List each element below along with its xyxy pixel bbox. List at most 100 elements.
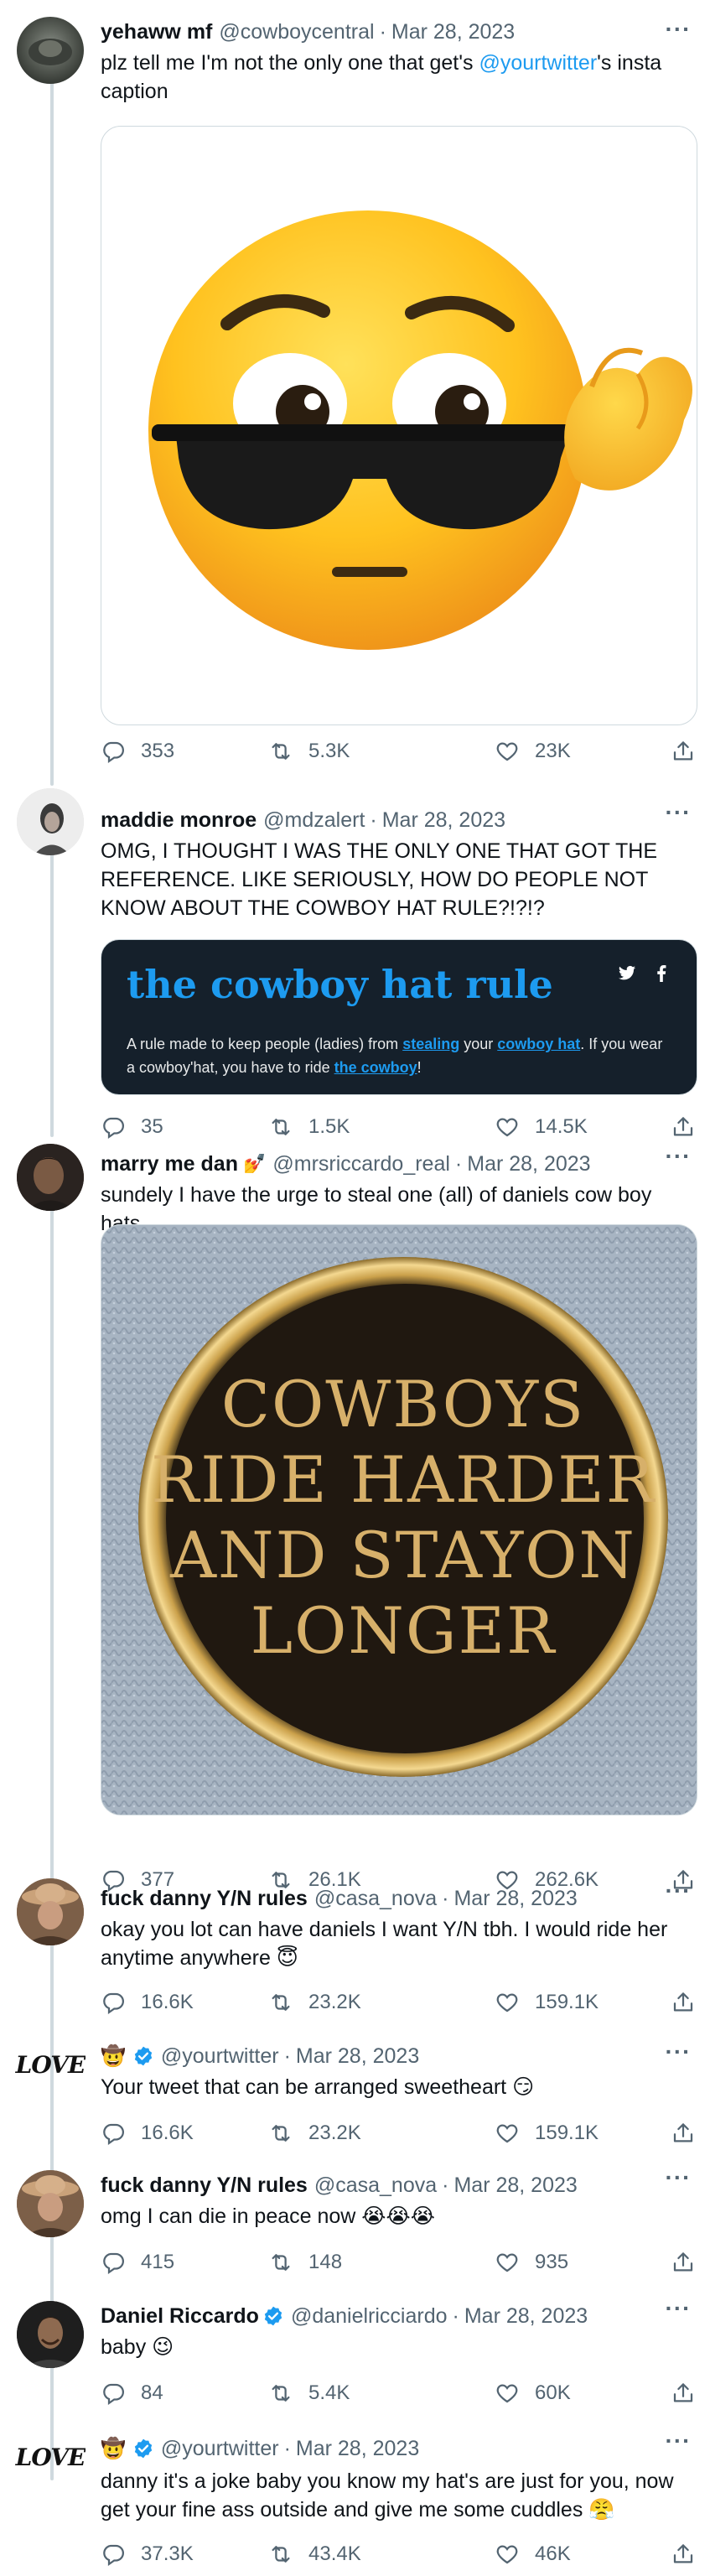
share-icon: [671, 2250, 696, 2275]
tweet-date[interactable]: Mar 28, 2023: [296, 2044, 419, 2069]
share-button[interactable]: [671, 1986, 710, 2019]
tweet-date[interactable]: Mar 28, 2023: [453, 2174, 577, 2198]
handle[interactable]: @cowboycentral: [219, 20, 374, 44]
card-link-cowboy-hat[interactable]: cowboy hat: [497, 1036, 580, 1052]
like-button[interactable]: 23K: [495, 735, 571, 768]
card-link-the-cowboy[interactable]: the cowboy: [334, 1059, 417, 1076]
tweet-daniel-riccardo[interactable]: Daniel Riccardo @danielricciardo · Mar 2…: [0, 2295, 710, 2432]
facebook-icon[interactable]: [656, 965, 666, 982]
tweet-date[interactable]: Mar 28, 2023: [391, 20, 515, 44]
share-icon: [671, 2121, 696, 2146]
retweet-button[interactable]: 148: [268, 2246, 342, 2279]
reply-button[interactable]: 37.3K: [101, 2537, 194, 2571]
separator-dot: ·: [442, 2173, 449, 2197]
retweet-button[interactable]: 43.4K: [268, 2537, 361, 2571]
display-name[interactable]: Daniel Riccardo: [101, 2304, 259, 2329]
tweet-marry-me-dan[interactable]: marry me dan 💅 @mrsriccardo_real · Mar 2…: [0, 1140, 710, 1891]
handle[interactable]: @yourtwitter: [161, 2437, 279, 2461]
tweet-text: danny it's a joke baby you know my hat's…: [101, 2470, 674, 2521]
reply-button[interactable]: 84: [101, 2376, 163, 2410]
cowboy-emoji: 🤠: [101, 2437, 126, 2460]
more-options-icon[interactable]: ···: [663, 799, 693, 825]
handle[interactable]: @mdzalert: [263, 808, 365, 833]
tweet-maddie[interactable]: maddie monroe @mdzalert · Mar 28, 2023 ·…: [0, 788, 710, 1140]
tweet-yehaww[interactable]: yehaww mf @cowboycentral · Mar 28, 2023 …: [0, 0, 710, 788]
retweet-button[interactable]: 5.3K: [268, 735, 350, 768]
share-button[interactable]: [671, 2246, 710, 2279]
more-options-icon[interactable]: ···: [663, 2428, 693, 2454]
avatar[interactable]: [17, 2170, 84, 2237]
tweet-yourtwitter-2[interactable]: LOVE 🤠 @yourtwitter · Mar 28, 2023 ··· d…: [0, 2428, 710, 2576]
reply-button[interactable]: 16.6K: [101, 1986, 194, 2019]
share-button[interactable]: [671, 2537, 710, 2571]
tweet-casa-nova-1[interactable]: fuck danny Y/N rules @casa_nova · Mar 28…: [0, 1877, 710, 2039]
share-icon: [671, 1990, 696, 2015]
like-button[interactable]: 935: [495, 2246, 568, 2279]
reply-button[interactable]: 35: [101, 1110, 163, 1144]
display-name[interactable]: yehaww mf: [101, 20, 212, 44]
twitter-icon[interactable]: [618, 965, 636, 982]
mention-link[interactable]: @yourtwitter: [479, 51, 597, 75]
retweet-button[interactable]: 23.2K: [268, 1986, 361, 2019]
heart-icon: [495, 1990, 520, 2015]
heart-icon: [495, 1114, 520, 1140]
tweet-media-image[interactable]: COWBOYS RIDE HARDER AND STAYON LONGER: [101, 1224, 697, 1815]
tweet-casa-nova-2[interactable]: fuck danny Y/N rules @casa_nova · Mar 28…: [0, 2164, 710, 2301]
retweet-button[interactable]: 5.4K: [268, 2376, 350, 2410]
display-name[interactable]: fuck danny Y/N rules: [101, 2174, 308, 2198]
handle[interactable]: @casa_nova: [314, 2174, 437, 2198]
retweet-icon: [268, 2542, 293, 2567]
separator-dot: ·: [370, 808, 377, 832]
tweet-yourtwitter-1[interactable]: LOVE 🤠 @yourtwitter · Mar 28, 2023 ··· Y…: [0, 2038, 710, 2170]
link-card[interactable]: the cowboy hat rule A rule made to keep …: [101, 939, 697, 1095]
handle[interactable]: @casa_nova: [314, 1887, 437, 1911]
retweet-count: 148: [308, 2251, 343, 2273]
share-button[interactable]: [671, 735, 710, 768]
avatar[interactable]: [17, 788, 84, 855]
card-link-stealing[interactable]: stealing: [402, 1036, 459, 1052]
more-options-icon[interactable]: ···: [663, 2164, 693, 2190]
like-button[interactable]: 60K: [495, 2376, 571, 2410]
handle[interactable]: @yourtwitter: [161, 2044, 279, 2069]
more-options-icon[interactable]: ···: [663, 1877, 693, 1903]
more-options-icon[interactable]: ···: [663, 16, 693, 42]
reply-icon: [101, 2542, 126, 2567]
more-options-icon[interactable]: ···: [663, 2295, 693, 2321]
tweet-date[interactable]: Mar 28, 2023: [453, 1887, 577, 1911]
retweet-button[interactable]: 1.5K: [268, 1110, 350, 1144]
love-logo-avatar[interactable]: LOVE: [15, 2046, 86, 2083]
tweet-media-image[interactable]: [101, 126, 697, 725]
reply-button[interactable]: 16.6K: [101, 2116, 194, 2150]
display-name[interactable]: fuck danny Y/N rules: [101, 1887, 308, 1911]
like-button[interactable]: 159.1K: [495, 2116, 599, 2150]
share-button[interactable]: [671, 2116, 710, 2150]
display-name[interactable]: maddie monroe: [101, 808, 257, 833]
retweet-count: 1.5K: [308, 1115, 350, 1138]
reply-button[interactable]: 415: [101, 2246, 174, 2279]
avatar[interactable]: [17, 17, 84, 84]
reply-icon: [101, 2121, 126, 2146]
like-button[interactable]: 159.1K: [495, 1986, 599, 2019]
tweet-date[interactable]: Mar 28, 2023: [467, 1152, 590, 1176]
love-logo-avatar[interactable]: LOVE: [15, 2438, 86, 2475]
display-name[interactable]: marry me dan: [101, 1152, 238, 1176]
more-options-icon[interactable]: ···: [663, 2038, 693, 2064]
tweet-date[interactable]: Mar 28, 2023: [464, 2304, 588, 2329]
tweet-date[interactable]: Mar 28, 2023: [382, 808, 505, 833]
handle[interactable]: @danielricciardo: [291, 2304, 448, 2329]
avatar[interactable]: [17, 2301, 84, 2368]
more-options-icon[interactable]: ···: [663, 1143, 693, 1169]
avatar[interactable]: [17, 1144, 84, 1211]
avatar[interactable]: [17, 1878, 84, 1945]
tweet-date[interactable]: Mar 28, 2023: [296, 2437, 419, 2461]
heart-icon: [495, 2381, 520, 2406]
retweet-count: 23.2K: [308, 2122, 361, 2144]
retweet-button[interactable]: 23.2K: [268, 2116, 361, 2150]
retweet-count: 5.3K: [308, 740, 350, 762]
share-button[interactable]: [671, 2376, 710, 2410]
reply-button[interactable]: 353: [101, 735, 174, 768]
share-button[interactable]: [671, 1110, 710, 1144]
handle[interactable]: @mrsriccardo_real: [272, 1152, 450, 1176]
like-button[interactable]: 14.5K: [495, 1110, 588, 1144]
like-button[interactable]: 46K: [495, 2537, 571, 2571]
